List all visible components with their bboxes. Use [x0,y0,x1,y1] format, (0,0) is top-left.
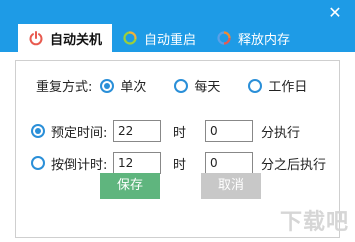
scheduled-minute-input[interactable] [205,120,254,142]
option-label: 单次 [120,80,147,95]
scheduled-hour-input[interactable] [113,120,161,142]
title-bar: ✕ 自动关机 自动重启 释放内存 [0,0,355,52]
radio-once[interactable] [100,78,115,93]
radio-workday[interactable] [248,78,263,93]
minute-unit: 分之后执行 [261,157,327,173]
watermark: 下载吧 [279,210,349,235]
hour-unit: 时 [173,157,187,173]
tab-release-memory[interactable]: 释放内存 [206,24,300,52]
scheduled-label: 预定时间: [51,125,108,141]
restart-icon [123,31,137,45]
repeat-row: 重复方式: 单次 每天 工作日 [36,76,307,95]
scheduled-time-option[interactable]: 预定时间: [31,122,113,141]
radio-daily[interactable] [174,78,189,93]
repeat-option-once[interactable]: 单次 [100,76,146,95]
close-icon: ✕ [328,3,342,22]
tab-label: 自动关机 [50,32,103,48]
tab-auto-shutdown[interactable]: 自动关机 [18,24,113,52]
save-button[interactable]: 保存 [100,173,160,199]
option-label: 每天 [194,80,221,95]
memory-release-icon [217,31,231,45]
repeat-label: 重复方式: [36,80,93,95]
radio-scheduled[interactable] [31,124,45,138]
countdown-hour-input[interactable] [113,152,161,174]
minute-unit: 分执行 [261,125,301,141]
scheduled-time-row: 预定时间: 时 分执行 [31,120,300,142]
tab-label: 自动重启 [144,32,197,48]
radio-countdown[interactable] [31,156,45,170]
cancel-button[interactable]: 取消 [201,173,261,199]
repeat-option-daily[interactable]: 每天 [174,76,220,95]
power-icon [29,31,43,46]
countdown-minute-input[interactable] [205,152,254,174]
tab-label: 释放内存 [238,32,291,48]
countdown-label: 按倒计时: [51,157,108,173]
close-button[interactable]: ✕ [323,2,347,24]
repeat-option-workday[interactable]: 工作日 [248,76,307,95]
tab-bar: 自动关机 自动重启 释放内存 [18,24,300,52]
tab-auto-restart[interactable]: 自动重启 [112,24,206,52]
countdown-row: 按倒计时: 时 分之后执行 [31,152,326,174]
option-label: 工作日 [268,80,308,95]
hour-unit: 时 [173,125,187,141]
countdown-option[interactable]: 按倒计时: [31,154,113,173]
